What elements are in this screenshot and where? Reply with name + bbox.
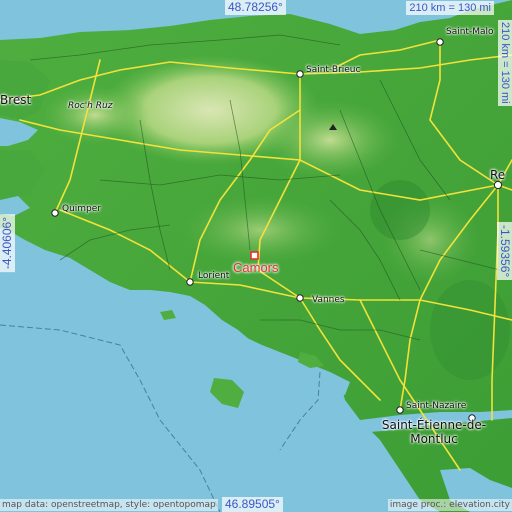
- place-quimper: Quimper: [62, 204, 102, 214]
- camors-marker: [250, 251, 259, 260]
- place-saint-nazaire: Saint-Nazaire: [406, 401, 467, 411]
- place-saint-etienne-de-montluc: Saint-Étienne-de-Montluc: [381, 418, 487, 446]
- east-coordinate: -1.59356°: [497, 222, 512, 281]
- place-roc-h-ruz: Roc'h Ruz: [68, 101, 113, 111]
- place-vannes: Vannes: [312, 295, 345, 305]
- place-lorient: Lorient: [198, 271, 230, 281]
- map-view[interactable]: Saint-Malo Saint-Brieuc Brest Roc'h Ruz …: [0, 0, 512, 512]
- scale-horizontal: 210 km = 130 mi: [406, 1, 494, 15]
- north-coordinate: 48.78256°: [225, 0, 286, 15]
- map-credit: map data: openstreetmap, style: opentopo…: [0, 499, 218, 511]
- south-coordinate: 46.89505°: [222, 497, 283, 512]
- place-rennes: Re: [490, 168, 506, 182]
- image-credit: image proc.: elevation.city: [387, 499, 512, 511]
- place-saint-malo: Saint-Malo: [446, 27, 494, 37]
- scale-vertical: 210 km = 130 mi: [498, 20, 512, 106]
- place-saint-brieuc: Saint-Brieuc: [306, 65, 361, 75]
- place-brest: Brest: [0, 93, 32, 107]
- west-coordinate: -4.40606°: [0, 214, 15, 273]
- focus-city-label: Camors: [233, 260, 279, 275]
